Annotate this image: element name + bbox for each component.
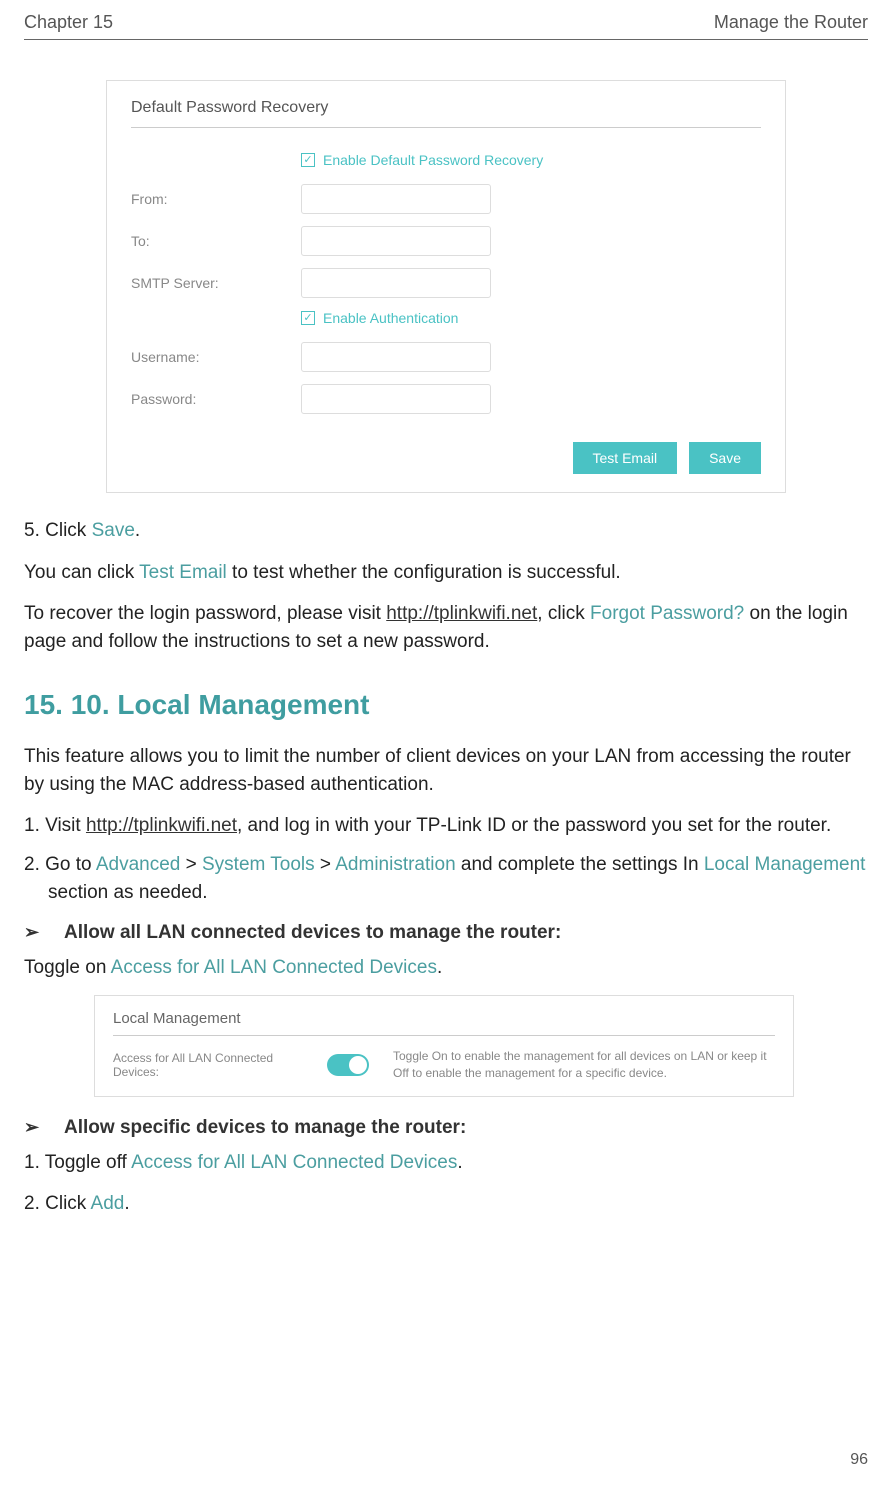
page-title: Manage the Router (714, 12, 868, 33)
username-row: Username: (131, 342, 761, 372)
to-label: To: (131, 233, 301, 249)
page-number: 96 (850, 1451, 868, 1469)
panel2-title: Local Management (113, 1010, 775, 1036)
access-all-desc: Toggle On to enable the management for a… (393, 1048, 775, 1082)
enable-recovery-label: Enable Default Password Recovery (323, 152, 543, 168)
step-2: 2. Go to Advanced > System Tools > Admin… (24, 851, 868, 908)
access-all-ref: Access for All LAN Connected Devices (131, 1152, 457, 1173)
click-add-text: 2. Click Add. (24, 1190, 868, 1218)
from-label: From: (131, 191, 301, 207)
advanced-ref: Advanced (96, 854, 181, 875)
panel-title: Default Password Recovery (131, 99, 761, 128)
panel-buttons: Test Email Save (131, 442, 761, 474)
save-ref: Save (92, 520, 135, 541)
test-email-button[interactable]: Test Email (573, 442, 678, 474)
access-all-ref: Access for All LAN Connected Devices (111, 957, 437, 978)
toggle-on-text: Toggle on Access for All LAN Connected D… (24, 954, 868, 982)
text: and complete the settings In (456, 854, 704, 875)
smtp-row: SMTP Server: (131, 268, 761, 298)
username-input[interactable] (301, 342, 491, 372)
test-email-note: You can click Test Email to test whether… (24, 559, 868, 587)
text: . (437, 957, 442, 978)
to-input[interactable] (301, 226, 491, 256)
text: , and log in with your TP-Link ID or the… (237, 815, 831, 836)
text: . (457, 1152, 462, 1173)
text: You can click (24, 562, 139, 583)
smtp-label: SMTP Server: (131, 275, 301, 291)
enable-recovery-row: ✓ Enable Default Password Recovery (301, 152, 761, 168)
text: . (124, 1193, 129, 1214)
to-row: To: (131, 226, 761, 256)
access-all-toggle[interactable] (327, 1054, 369, 1076)
chevron-icon: ➢ (24, 1117, 64, 1138)
recover-note: To recover the login password, please vi… (24, 600, 868, 655)
from-input[interactable] (301, 184, 491, 214)
local-management-panel: Local Management Access for All LAN Conn… (94, 995, 794, 1097)
text: > (180, 854, 202, 875)
access-all-label: Access for All LAN Connected Devices: (113, 1051, 303, 1079)
text: . (135, 520, 140, 541)
administration-ref: Administration (335, 854, 455, 875)
add-ref: Add (91, 1193, 125, 1214)
section-intro: This feature allows you to limit the num… (24, 743, 868, 798)
tplink-link[interactable]: http://tplinkwifi.net (86, 815, 237, 836)
local-mgmt-ref: Local Management (704, 854, 866, 875)
enable-auth-row: ✓ Enable Authentication (301, 310, 761, 326)
panel2-row: Access for All LAN Connected Devices: To… (113, 1048, 775, 1082)
password-input[interactable] (301, 384, 491, 414)
text: 1. Toggle off (24, 1152, 131, 1173)
chapter-label: Chapter 15 (24, 12, 113, 33)
password-label: Password: (131, 391, 301, 407)
toggle-off-text: 1. Toggle off Access for All LAN Connect… (24, 1149, 868, 1177)
text: Toggle on (24, 957, 111, 978)
text: 5. Click (24, 520, 92, 541)
page-header: Chapter 15 Manage the Router (24, 12, 868, 40)
tplink-link[interactable]: http://tplinkwifi.net (386, 603, 537, 624)
username-label: Username: (131, 349, 301, 365)
text: To recover the login password, please vi… (24, 603, 386, 624)
save-button[interactable]: Save (689, 442, 761, 474)
checkbox-icon[interactable]: ✓ (301, 311, 315, 325)
smtp-input[interactable] (301, 268, 491, 298)
step-1: 1. Visit http://tplinkwifi.net, and log … (24, 812, 868, 841)
text: 2. Click (24, 1193, 91, 1214)
from-row: From: (131, 184, 761, 214)
password-recovery-panel: Default Password Recovery ✓ Enable Defau… (106, 80, 786, 493)
bullet-text: Allow all LAN connected devices to manag… (64, 922, 561, 944)
chevron-icon: ➢ (24, 922, 64, 943)
text: 1. Visit (24, 815, 86, 836)
checkbox-icon[interactable]: ✓ (301, 153, 315, 167)
text: to test whether the configuration is suc… (227, 562, 621, 583)
bullet-text: Allow specific devices to manage the rou… (64, 1117, 466, 1139)
text: , click (537, 603, 590, 624)
test-email-ref: Test Email (139, 562, 227, 583)
step-5: 5. Click Save. (24, 517, 868, 545)
password-row: Password: (131, 384, 761, 414)
text: section as needed. (48, 882, 208, 903)
system-tools-ref: System Tools (202, 854, 315, 875)
forgot-password-ref: Forgot Password? (590, 603, 744, 624)
text: 2. Go to (24, 854, 96, 875)
bullet-allow-all: ➢ Allow all LAN connected devices to man… (24, 922, 868, 944)
bullet-allow-specific: ➢ Allow specific devices to manage the r… (24, 1117, 868, 1139)
text: > (315, 854, 336, 875)
enable-auth-label: Enable Authentication (323, 310, 458, 326)
section-heading: 15. 10. Local Management (24, 689, 868, 721)
